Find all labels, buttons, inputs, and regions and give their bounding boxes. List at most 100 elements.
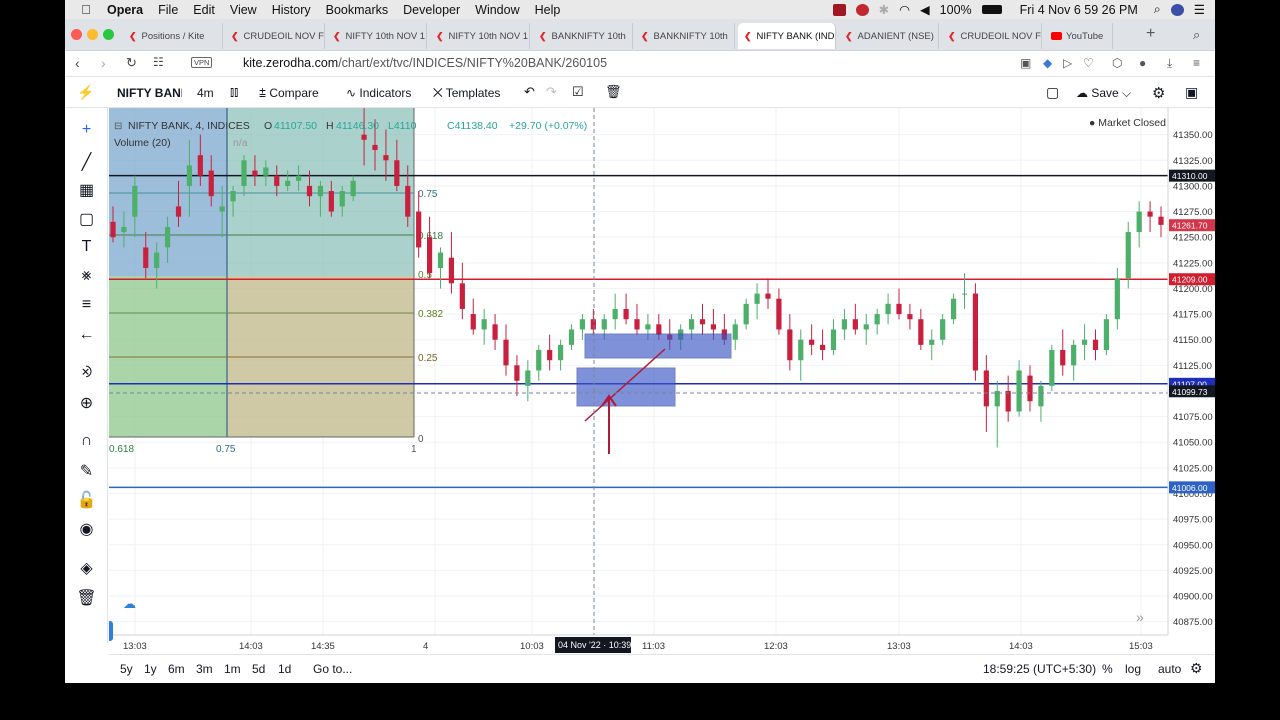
remove-drawings-icon[interactable]: 🗑 <box>65 588 108 608</box>
range-1y[interactable]: 1y <box>144 662 157 676</box>
fib-retracement[interactable]: 0.75 0.618 0.5 0.382 0.25 0 0.618 0.75 1 <box>109 108 443 455</box>
send-icon[interactable]: ▷ <box>1063 56 1072 70</box>
apple-icon[interactable]:  <box>75 2 97 17</box>
minimize-window-icon[interactable] <box>87 29 98 40</box>
fib-grid-icon[interactable]: ▦ <box>65 180 108 200</box>
download-icon[interactable]: ⤓ <box>1167 56 1172 71</box>
templates-button[interactable]: ⨉ Templates <box>433 86 500 101</box>
undo-icon[interactable]: ↶ <box>524 84 535 100</box>
scroll-right-icon[interactable]: » <box>1136 609 1144 625</box>
camera-icon[interactable]: ▣ <box>1020 56 1031 70</box>
wifi-icon[interactable]: ◠ <box>899 2 910 17</box>
heart-icon[interactable]: ♡ <box>1083 56 1094 70</box>
menu-help[interactable]: Help <box>535 3 561 17</box>
menu-edit[interactable]: Edit <box>193 3 215 17</box>
menu-window[interactable]: Window <box>475 3 519 17</box>
siri-icon[interactable] <box>1170 3 1184 16</box>
range-3m[interactable]: 3m <box>196 662 213 676</box>
legend-collapse-icon[interactable]: ⊟ <box>114 121 122 132</box>
trading-view-logo-icon[interactable]: ☁ <box>123 596 136 611</box>
layers-icon[interactable]: ◈ <box>65 558 108 578</box>
tab-1[interactable]: ❮ CRUDEOIL NOV F <box>225 23 325 49</box>
save-button[interactable]: ☁ Save ⌵ <box>1076 86 1131 101</box>
tab-4[interactable]: ❮ BANKNIFTY 10th <box>533 23 633 49</box>
tab-5[interactable]: ❮ BANKNIFTY 10th <box>635 23 735 49</box>
tab-7[interactable]: ❮ ADANIENT (NSE) <box>839 23 939 49</box>
tab-grid-icon[interactable]: ☷ <box>153 55 164 69</box>
url-field[interactable]: kite.zerodha.com/chart/ext/tvc/INDICES/N… <box>243 56 607 70</box>
trash-icon[interactable]: 🗑 <box>605 84 622 100</box>
settings-icon[interactable]: ⚙ <box>1152 84 1165 102</box>
menu-app-name[interactable]: Opera <box>107 3 143 17</box>
range-5d[interactable]: 5d <box>252 662 265 676</box>
tab-8[interactable]: ❮ CRUDEOIL NOV F <box>942 23 1042 49</box>
profile-icon[interactable]: ● <box>1139 56 1146 70</box>
close-window-icon[interactable] <box>71 29 82 40</box>
control-center-icon[interactable]: ☰ <box>1194 2 1205 17</box>
spotlight-icon[interactable]: ⌕ <box>1154 2 1161 17</box>
measure-icon[interactable]: ≡ <box>65 296 108 314</box>
menu-developer[interactable]: Developer <box>403 3 460 17</box>
price-chart[interactable]: 0.75 0.618 0.5 0.382 0.25 0 0.618 0.75 1… <box>109 108 1215 654</box>
eye-icon[interactable]: ◉ <box>65 519 108 539</box>
tab-0[interactable]: ❮ Positions / Kite <box>123 23 223 49</box>
tab-6[interactable]: ❮ NIFTY BANK (IND <box>738 23 836 49</box>
tab-2[interactable]: ❮ NIFTY 10th NOV 1 <box>327 23 427 49</box>
new-tab-button[interactable]: + <box>1146 25 1155 43</box>
redo-icon[interactable]: ↷ <box>546 84 557 100</box>
trendline-icon[interactable]: ╱ <box>65 152 108 172</box>
fullscreen-icon[interactable]: ▢ <box>1046 84 1059 101</box>
pattern-icon[interactable]: ⨳ <box>65 267 108 285</box>
log-toggle[interactable]: log <box>1125 662 1141 676</box>
menu-bookmarks[interactable]: Bookmarks <box>326 3 389 17</box>
menu-file[interactable]: File <box>158 3 178 17</box>
zoom-in-icon[interactable]: ⊕ <box>65 393 108 413</box>
candle-type-icon[interactable]: ⫾⫾ <box>230 84 238 100</box>
magnet-icon[interactable]: ∩ <box>65 432 108 450</box>
auto-toggle[interactable]: auto <box>1158 662 1181 676</box>
pencil-lock-icon[interactable]: ✎ <box>65 461 108 481</box>
range-1m[interactable]: 1m <box>224 662 241 676</box>
maximize-window-icon[interactable] <box>103 29 114 40</box>
sidebar-toggle-handle[interactable] <box>109 621 113 641</box>
rectangle-icon[interactable]: ▢ <box>65 209 108 229</box>
interval-selector[interactable]: 4m <box>197 86 214 100</box>
forward-icon[interactable]: › <box>101 55 106 71</box>
symbol-search[interactable]: NIFTY BANK <box>117 86 182 100</box>
alert-icon[interactable]: ☑ <box>572 84 584 100</box>
timezone-clock[interactable]: 18:59:25 (UTC+5:30) <box>983 662 1096 676</box>
demand-zone-lower[interactable] <box>576 367 676 407</box>
menu-view[interactable]: View <box>230 3 257 17</box>
percent-toggle[interactable]: % <box>1102 662 1113 676</box>
status-app-icon[interactable] <box>832 3 846 16</box>
back-icon[interactable]: ‹ <box>75 55 80 71</box>
indicators-button[interactable]: ∿ Indicators <box>346 86 411 100</box>
back-arrow-icon[interactable]: ← <box>65 326 108 344</box>
snapshot-icon[interactable]: ▣ <box>1185 84 1198 101</box>
axis-settings-icon[interactable]: ⚙ <box>1190 660 1203 677</box>
goto-button[interactable]: Go to... <box>313 662 352 676</box>
reload-icon[interactable]: ↻ <box>126 55 137 71</box>
bluetooth-icon[interactable]: ✱ <box>879 2 889 17</box>
battery-icon[interactable] <box>981 5 1002 14</box>
ruler-icon[interactable]: ⨵ <box>65 364 108 382</box>
menu-history[interactable]: History <box>272 3 311 17</box>
range-1d[interactable]: 1d <box>278 662 291 676</box>
clock[interactable]: Fri 4 Nov 6 59 26 PM <box>1020 3 1138 17</box>
lock-icon[interactable]: 🔓 <box>65 490 108 510</box>
kite-logo-icon[interactable]: ⚡ <box>77 84 94 101</box>
volume-icon[interactable]: ◀ <box>920 2 930 17</box>
cube-icon[interactable]: ⬡ <box>1112 56 1122 70</box>
record-icon[interactable] <box>855 3 869 16</box>
shield-icon[interactable]: ◆ <box>1043 56 1052 70</box>
vpn-badge[interactable]: VPN <box>191 57 213 68</box>
text-icon[interactable]: T <box>65 238 108 256</box>
tab-3[interactable]: ❮ NIFTY 10th NOV 1 <box>430 23 530 49</box>
range-6m[interactable]: 6m <box>168 662 185 676</box>
crosshair-icon[interactable]: + <box>65 121 108 139</box>
compare-button[interactable]: ⩲ Compare <box>259 86 319 101</box>
range-5y[interactable]: 5y <box>120 662 133 676</box>
tab-9[interactable]: YouTube <box>1045 23 1113 49</box>
tab-search-icon[interactable]: ⌕ <box>1193 27 1200 43</box>
easy-setup-icon[interactable]: ≡ <box>1193 56 1200 70</box>
